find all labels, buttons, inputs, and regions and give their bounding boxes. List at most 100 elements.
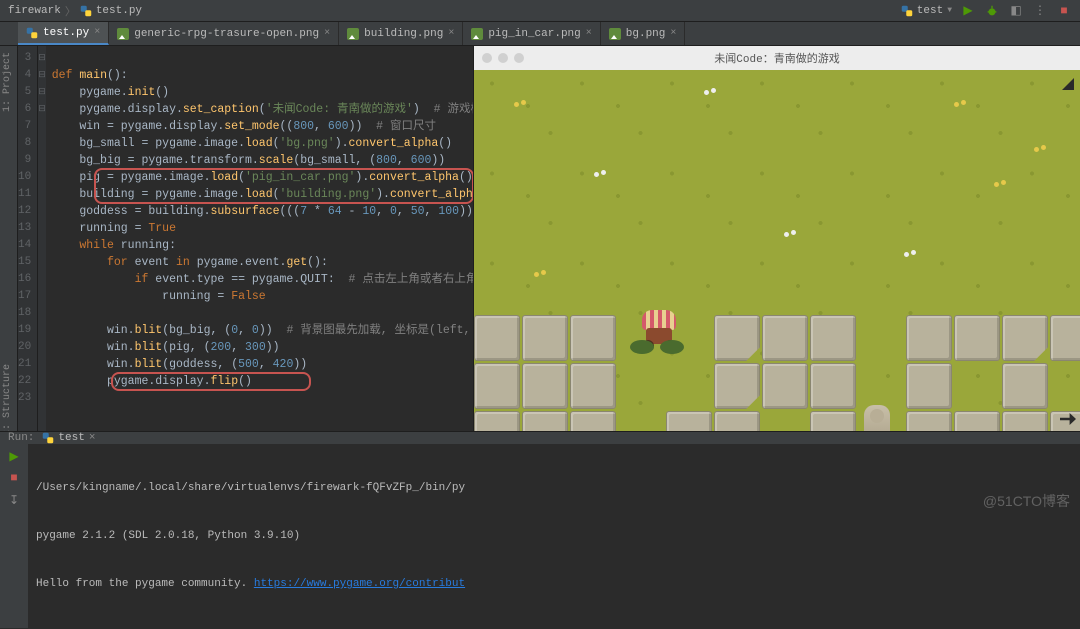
- flower-sprite: [784, 230, 798, 240]
- flower-sprite: [1034, 145, 1048, 155]
- run-label: Run:: [8, 432, 34, 444]
- gutter-fold: ⊟ ⊟ ⊟ ⊟: [38, 46, 46, 431]
- main-area: 3 4 5 6 7 8 9 10 11 12 13 14 15 16 17 18…: [18, 46, 1080, 431]
- stone-tile: [906, 363, 952, 409]
- tab-building[interactable]: building.png ×: [339, 22, 463, 45]
- corner-arrow-tr: [1062, 78, 1074, 90]
- stone-tile: [954, 315, 1000, 361]
- tab-bg[interactable]: bg.png ×: [601, 22, 686, 45]
- stone-tile: [666, 411, 712, 431]
- stone-tile: [714, 411, 760, 431]
- run-with-coverage-button[interactable]: ◧: [1008, 3, 1024, 19]
- close-icon[interactable]: ×: [94, 27, 100, 38]
- flower-sprite: [904, 250, 918, 260]
- close-icon[interactable]: ×: [448, 28, 454, 39]
- breadcrumb-sep: 〉: [65, 3, 76, 19]
- game-canvas: [474, 70, 1080, 431]
- goddess-statue-sprite: [864, 405, 890, 431]
- stone-tile: [1050, 315, 1080, 361]
- stone-tile: [1002, 315, 1048, 361]
- stone-tile: [570, 363, 616, 409]
- output-line: Hello from the pygame community. https:/…: [36, 576, 1072, 592]
- stone-tile: [906, 411, 952, 431]
- rerun-button[interactable]: ▶: [6, 448, 22, 464]
- stone-tile: [522, 411, 568, 431]
- run-tool-window: Run: test × ▶ ■ ↧ /Users/kingname/.local…: [0, 431, 1080, 517]
- close-icon[interactable]: ×: [670, 28, 676, 39]
- debug-button[interactable]: [984, 3, 1000, 19]
- console-output[interactable]: /Users/kingname/.local/share/virtualenvs…: [28, 444, 1080, 628]
- stone-tile: [810, 315, 856, 361]
- python-file-icon: [901, 5, 913, 17]
- run-toolbar: ▶ ■ ↧: [0, 444, 28, 628]
- stone-tile: [714, 315, 760, 361]
- image-file-icon: [609, 28, 621, 40]
- run-tab[interactable]: test ×: [42, 432, 95, 444]
- cart-sprite: [636, 310, 682, 352]
- more-run-options-button[interactable]: ⋮: [1032, 3, 1048, 19]
- python-file-icon: [26, 27, 38, 39]
- editor-tabs: test.py × generic-rpg-trasure-open.png ×…: [0, 22, 1080, 46]
- output-link[interactable]: https://www.pygame.org/contribut: [254, 578, 465, 590]
- run-config-selector[interactable]: test ▼: [901, 5, 952, 17]
- close-icon[interactable]: ×: [586, 28, 592, 39]
- flower-sprite: [514, 100, 528, 110]
- python-file-icon: [42, 432, 54, 444]
- pygame-window: 未闻Code：青南做的游戏: [473, 46, 1080, 431]
- code-editor[interactable]: def main(): pygame.init() pygame.display…: [46, 46, 473, 431]
- flower-sprite: [994, 180, 1008, 190]
- run-config-name: test: [917, 5, 943, 17]
- tab-pig-in-car[interactable]: pig_in_car.png ×: [463, 22, 600, 45]
- structure-tool-tab[interactable]: 2: Structure: [0, 358, 15, 442]
- top-bar: firewark 〉 test.py test ▼ ▶ ◧ ⋮ ■: [0, 0, 1080, 22]
- flower-sprite: [534, 270, 548, 280]
- stone-tile: [954, 411, 1000, 431]
- stone-tile: [570, 315, 616, 361]
- tab-label: pig_in_car.png: [488, 28, 580, 40]
- tab-test-py[interactable]: test.py ×: [18, 22, 109, 45]
- run-button[interactable]: ▶: [960, 3, 976, 19]
- stone-tile: [714, 363, 760, 409]
- tab-label: generic-rpg-trasure-open.png: [134, 28, 319, 40]
- stop-button[interactable]: ■: [1056, 3, 1072, 19]
- close-icon[interactable]: ×: [324, 28, 330, 39]
- run-tab-name: test: [58, 432, 84, 444]
- chevron-down-icon: ▼: [947, 6, 952, 15]
- run-header: Run: test ×: [0, 432, 1080, 444]
- output-line: pygame 2.1.2 (SDL 2.0.18, Python 3.9.10): [36, 528, 1072, 544]
- run-body: ▶ ■ ↧ /Users/kingname/.local/share/virtu…: [0, 444, 1080, 628]
- stone-tile: [522, 315, 568, 361]
- flower-sprite: [704, 88, 718, 98]
- close-icon[interactable]: ×: [89, 432, 96, 444]
- tab-label: bg.png: [626, 28, 666, 40]
- image-file-icon: [117, 28, 129, 40]
- python-file-icon: [80, 5, 92, 17]
- breadcrumb: firewark 〉 test.py: [8, 3, 142, 19]
- tab-generic-rpg[interactable]: generic-rpg-trasure-open.png ×: [109, 22, 339, 45]
- editor-pane: 3 4 5 6 7 8 9 10 11 12 13 14 15 16 17 18…: [18, 46, 473, 431]
- window-traffic-lights[interactable]: [482, 53, 524, 63]
- stone-tile: [474, 315, 520, 361]
- stone-tile: [1050, 411, 1080, 431]
- project-tool-tab[interactable]: 1: Project: [0, 46, 15, 118]
- stone-tile: [522, 363, 568, 409]
- flower-sprite: [954, 100, 968, 110]
- scroll-to-end-button[interactable]: ↧: [6, 492, 22, 508]
- stop-button[interactable]: ■: [6, 470, 22, 486]
- stone-tile: [810, 411, 856, 431]
- left-tool-gutter: 1: Project 2: Structure: [0, 46, 18, 431]
- breadcrumb-project[interactable]: firewark: [8, 5, 61, 17]
- stone-tile: [762, 315, 808, 361]
- image-file-icon: [347, 28, 359, 40]
- stone-tile: [570, 411, 616, 431]
- breadcrumb-file[interactable]: test.py: [96, 5, 142, 17]
- image-file-icon: [471, 28, 483, 40]
- output-line: /Users/kingname/.local/share/virtualenvs…: [36, 480, 1072, 496]
- stone-tile: [474, 411, 520, 431]
- stone-tile: [1002, 411, 1048, 431]
- stone-tile: [474, 363, 520, 409]
- stone-tile: [906, 315, 952, 361]
- stone-tile: [1002, 363, 1048, 409]
- tab-label: test.py: [43, 27, 89, 39]
- stone-tile: [762, 363, 808, 409]
